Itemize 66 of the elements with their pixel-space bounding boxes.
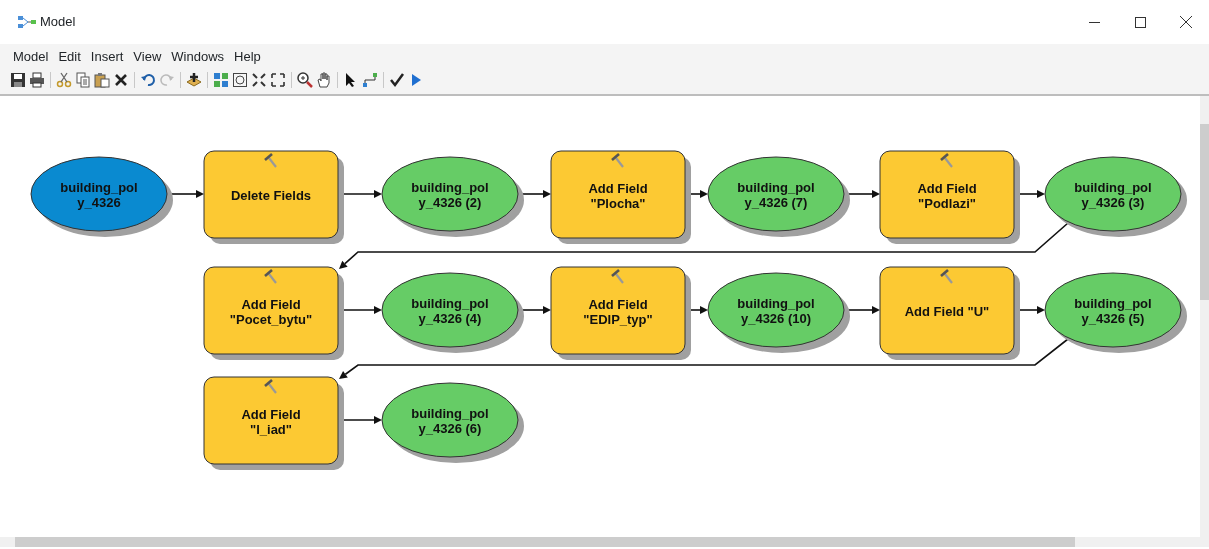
node-label: Delete Fields bbox=[230, 188, 312, 203]
menu-item[interactable]: Insert bbox=[85, 47, 129, 66]
copy-icon[interactable] bbox=[75, 72, 91, 88]
output-data-node[interactable] bbox=[1044, 156, 1187, 237]
node-label: building_pol y_4326 (3) bbox=[1074, 179, 1152, 210]
tool-box[interactable] bbox=[203, 150, 344, 244]
connect-icon[interactable] bbox=[362, 72, 378, 88]
save-icon[interactable] bbox=[10, 72, 26, 88]
node-label: building_pol y_4326 (2) bbox=[411, 179, 489, 210]
maximize-icon[interactable] bbox=[1134, 16, 1146, 28]
full-extent-icon[interactable] bbox=[232, 72, 248, 88]
tool-box[interactable] bbox=[550, 150, 691, 244]
node-label: Add Field "Podlazi" bbox=[917, 180, 977, 211]
node-label: building_pol y_4326 bbox=[60, 179, 138, 210]
output-data-node[interactable] bbox=[381, 382, 524, 463]
undo-icon[interactable] bbox=[140, 72, 156, 88]
hammer-icon bbox=[611, 153, 624, 168]
output-data-node[interactable] bbox=[707, 272, 850, 353]
menu-item[interactable]: Windows bbox=[166, 47, 230, 66]
node-label: Add Field "Plocha" bbox=[588, 180, 648, 211]
node-label: Add Field "l_iad" bbox=[241, 406, 301, 437]
validate-check-icon[interactable] bbox=[389, 72, 405, 88]
window-title: Model bbox=[40, 13, 76, 32]
menu-item[interactable]: Model bbox=[8, 47, 54, 66]
print-icon[interactable] bbox=[29, 72, 45, 88]
node-label: building_pol y_4326 (6) bbox=[411, 405, 489, 436]
node-label: building_pol y_4326 (10) bbox=[737, 295, 815, 326]
output-data-node[interactable] bbox=[381, 156, 524, 237]
shrink-icon[interactable] bbox=[251, 72, 267, 88]
tool-box[interactable] bbox=[879, 266, 1020, 360]
vertical-scrollbar[interactable] bbox=[1200, 96, 1209, 537]
input-data-node[interactable] bbox=[30, 156, 173, 237]
menu-item[interactable]: Edit bbox=[53, 47, 86, 66]
paste-icon[interactable] bbox=[94, 72, 110, 88]
pan-hand-icon[interactable] bbox=[316, 72, 332, 88]
tool-box[interactable] bbox=[879, 150, 1020, 244]
close-icon[interactable] bbox=[1180, 16, 1192, 28]
layout-icon[interactable] bbox=[213, 72, 229, 88]
output-data-node[interactable] bbox=[1044, 272, 1187, 353]
node-label: building_pol y_4326 (4) bbox=[411, 295, 489, 326]
hammer-icon bbox=[940, 153, 953, 168]
node-label: building_pol y_4326 (7) bbox=[737, 179, 815, 210]
expand-icon[interactable] bbox=[270, 72, 286, 88]
hammer-icon bbox=[940, 269, 953, 284]
tool-box[interactable] bbox=[203, 376, 344, 470]
tool-box[interactable] bbox=[203, 266, 344, 360]
horizontal-scrollbar[interactable] bbox=[0, 537, 1209, 547]
output-data-node[interactable] bbox=[381, 272, 524, 353]
hammer-icon bbox=[264, 269, 277, 284]
cut-icon[interactable] bbox=[56, 72, 72, 88]
menu-item[interactable]: View bbox=[128, 47, 167, 66]
output-data-node[interactable] bbox=[707, 156, 850, 237]
node-label: Add Field "EDIP_typ" bbox=[583, 296, 653, 327]
delete-icon[interactable] bbox=[113, 72, 129, 88]
app-icon bbox=[18, 16, 36, 28]
hammer-icon bbox=[264, 153, 277, 168]
hammer-icon bbox=[611, 269, 624, 284]
hammer-icon bbox=[264, 379, 277, 394]
add-data-icon[interactable] bbox=[186, 72, 202, 88]
node-label: building_pol y_4326 (5) bbox=[1074, 295, 1152, 326]
node-label: Add Field "U" bbox=[904, 304, 990, 319]
menu-item[interactable]: Help bbox=[229, 47, 266, 66]
minimize-icon[interactable] bbox=[1088, 21, 1100, 23]
node-label: Add Field "Pocet_bytu" bbox=[229, 296, 313, 327]
tool-box[interactable] bbox=[550, 266, 691, 360]
zoom-in-icon[interactable] bbox=[297, 72, 313, 88]
